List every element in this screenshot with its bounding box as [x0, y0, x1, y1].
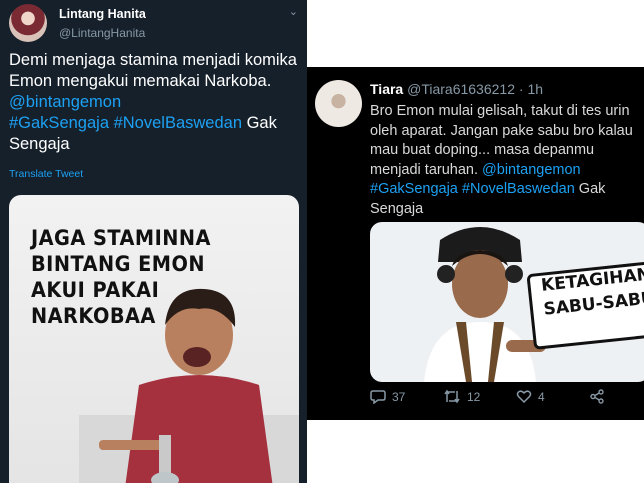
reply-icon — [370, 390, 386, 404]
right-tweet: Tiara @Tiara61636212 · 1h Bro Emon mulai… — [307, 67, 644, 420]
share-button[interactable] — [589, 389, 605, 404]
retweet-count: 12 — [467, 389, 481, 404]
reply-count: 37 — [392, 389, 406, 404]
avatar[interactable] — [9, 4, 47, 42]
mention-link[interactable]: @bintangemon — [9, 93, 121, 111]
hashtag-link[interactable]: #NovelBaswedan — [462, 181, 575, 197]
hashtag-link[interactable]: #NovelBaswedan — [114, 114, 242, 132]
author-handle[interactable]: @Tiara61636212 — [407, 81, 515, 97]
hashtag-link[interactable]: #GakSengaja — [370, 181, 458, 197]
share-icon — [590, 389, 604, 404]
author-handle[interactable]: @LintangHanita — [59, 25, 146, 41]
meme-photo — [79, 288, 299, 483]
translate-tweet-link[interactable]: Translate Tweet — [9, 168, 83, 180]
tweet-media[interactable]: JAGA STAMINNA BINTANG EMON AKUI PAKAI NA… — [9, 195, 299, 483]
author-block: Lintang Hanita @LintangHanita — [59, 6, 146, 41]
right-tweet-header: Tiara @Tiara61636212 · 1h — [370, 80, 543, 98]
mention-link[interactable]: @bintangemon — [482, 162, 581, 178]
tweet-text: Bro Emon mulai gelisah, takut di tes uri… — [370, 102, 642, 219]
retweet-button[interactable]: 12 — [443, 389, 480, 404]
author-name[interactable]: Tiara — [370, 81, 403, 97]
tweet-actions: 37 12 4 — [370, 389, 640, 409]
hashtag-link[interactable]: #GakSengaja — [9, 114, 109, 132]
reply-button[interactable]: 37 — [370, 389, 405, 404]
tweet-media[interactable]: KETAGIHAN SABU-SABU — [370, 222, 644, 382]
tweet-body: Demi menjaga stamina menjadi komika Emon… — [9, 51, 297, 90]
timestamp[interactable]: 1h — [527, 81, 543, 97]
like-icon — [516, 390, 532, 404]
author-name[interactable]: Lintang Hanita — [59, 6, 146, 22]
retweet-icon — [444, 389, 460, 404]
left-tweet: Lintang Hanita @LintangHanita ⌄ Demi men… — [0, 0, 307, 483]
like-count: 4 — [538, 389, 545, 404]
chevron-down-icon[interactable]: ⌄ — [289, 5, 298, 18]
separator: · — [515, 81, 528, 97]
left-tweet-header: Lintang Hanita @LintangHanita — [9, 4, 146, 42]
like-button[interactable]: 4 — [516, 389, 545, 404]
avatar[interactable] — [315, 80, 362, 127]
tweet-text: Demi menjaga stamina menjadi komika Emon… — [9, 50, 301, 155]
